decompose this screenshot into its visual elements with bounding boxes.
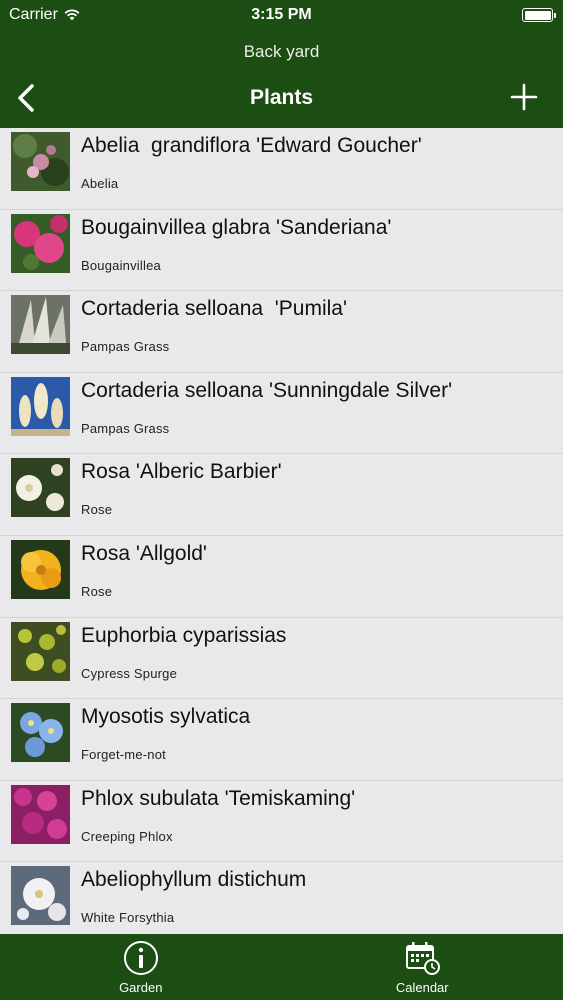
add-plus-icon[interactable] — [509, 82, 539, 112]
status-time: 3:15 PM — [251, 6, 312, 23]
plant-name: Cortaderia selloana 'Sunningdale Silver' — [81, 378, 453, 402]
plant-name: Rosa 'Alberic Barbier' — [81, 460, 282, 484]
plant-list[interactable]: Abelia grandiflora 'Edward Goucher' Abel… — [0, 128, 563, 934]
plant-common-name: Abelia — [81, 176, 119, 191]
plant-thumbnail — [11, 621, 70, 681]
plant-common-name: Forget-me-not — [81, 747, 166, 763]
plant-common-name: Rose — [81, 502, 113, 518]
plant-name: Abelia grandiflora 'Edward Goucher' — [81, 134, 422, 157]
plant-thumbnail — [11, 458, 70, 518]
nav-subtitle: Back yard — [243, 42, 320, 61]
plant-name: Abeliophyllum distichum — [81, 868, 307, 892]
calendar-icon — [406, 942, 441, 975]
tab-label: Calendar — [395, 980, 449, 995]
list-item[interactable]: Cortaderia selloana 'Sunningdale Silver'… — [0, 373, 563, 455]
status-bar: Carrier 3:15 PM — [0, 0, 563, 32]
list-item[interactable]: Myosotis sylvatica Forget-me-not — [0, 699, 563, 781]
plant-common-name: Pampas Grass — [81, 339, 170, 355]
plant-thumbnail — [11, 866, 70, 926]
list-item[interactable]: Rosa 'Allgold' Rose — [0, 536, 563, 618]
list-item[interactable]: Euphorbia cyparissias Cypress Spurge — [0, 618, 563, 700]
plant-name: Phlox subulata 'Temiskaming' — [81, 786, 356, 810]
battery-icon — [522, 8, 556, 22]
page-title: Plants — [249, 86, 314, 109]
list-item[interactable]: Abeliophyllum distichum White Forsythia — [0, 862, 563, 934]
tab-bar: Garden Calendar — [0, 934, 563, 1000]
tab-calendar[interactable]: Calendar — [282, 934, 563, 1000]
plant-thumbnail — [11, 784, 70, 844]
plant-thumbnail — [11, 213, 70, 273]
plant-name: Euphorbia cyparissias — [81, 623, 287, 647]
list-item[interactable]: Abelia grandiflora 'Edward Goucher' Abel… — [0, 128, 563, 210]
plant-thumbnail — [11, 295, 70, 355]
plant-common-name: Creeping Phlox — [81, 828, 173, 844]
tab-garden[interactable]: Garden — [0, 934, 282, 1000]
list-item[interactable]: Phlox subulata 'Temiskaming' Creeping Ph… — [0, 781, 563, 863]
list-item[interactable]: Rosa 'Alberic Barbier' Rose — [0, 454, 563, 536]
plant-common-name: Bougainvillea — [81, 257, 161, 273]
plant-thumbnail — [11, 703, 70, 763]
plant-common-name: Cypress Spurge — [81, 665, 178, 681]
plant-common-name: White Forsythia — [81, 910, 175, 926]
plant-thumbnail — [11, 132, 70, 191]
navigation-bar: Back yard Plants — [0, 32, 563, 128]
tab-label: Garden — [119, 980, 163, 995]
plant-thumbnail — [11, 539, 70, 599]
plant-thumbnail — [11, 376, 70, 436]
plant-name: Cortaderia selloana 'Pumila' — [81, 297, 347, 321]
list-item[interactable]: Bougainvillea glabra 'Sanderiana' Bougai… — [0, 210, 563, 292]
plant-name: Bougainvillea glabra 'Sanderiana' — [81, 215, 392, 239]
info-icon — [123, 941, 158, 975]
plant-common-name: Pampas Grass — [81, 420, 170, 436]
plant-name: Rosa 'Allgold' — [81, 541, 207, 565]
plant-name: Myosotis sylvatica — [81, 705, 251, 729]
plant-common-name: Rose — [81, 583, 113, 599]
list-item[interactable]: Cortaderia selloana 'Pumila' Pampas Gras… — [0, 291, 563, 373]
